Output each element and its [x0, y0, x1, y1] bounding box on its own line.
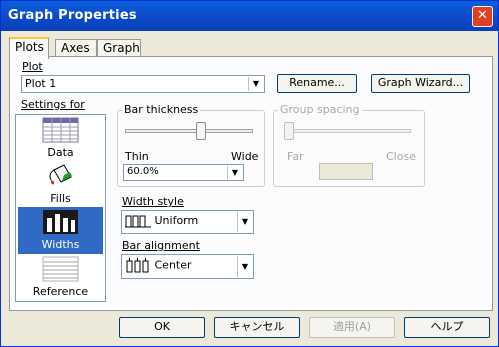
bar-thickness-track	[125, 129, 253, 133]
center-alignment-icon	[126, 258, 149, 273]
group-spacing-title: Group spacing	[278, 103, 362, 116]
settings-for-label: Settings for	[21, 98, 85, 111]
bar-thickness-slider[interactable]	[195, 122, 206, 140]
group-spacing-max-label: Close	[386, 150, 416, 163]
group-spacing-min-label: Far	[287, 150, 304, 163]
group-spacing-track	[287, 129, 411, 133]
graph-properties-dialog: Graph Properties ✕ Plots Axes Graph Plot…	[0, 0, 499, 347]
help-button[interactable]: ヘルプ	[404, 317, 490, 338]
reference-lines-icon	[42, 256, 79, 282]
graph-wizard-button[interactable]: Graph Wizard...	[371, 74, 470, 93]
settings-item-reference[interactable]: Reference	[18, 254, 103, 301]
chevron-down-icon: ▼	[248, 77, 263, 91]
plot-label: Plot	[22, 60, 43, 73]
bar-thickness-min-label: Thin	[125, 150, 149, 163]
group-spacing-slider[interactable]	[284, 122, 294, 140]
tab-plots[interactable]: Plots	[9, 37, 49, 59]
settings-item-fills-label: Fills	[50, 192, 71, 205]
bar-thickness-value-text: 60.0%	[127, 166, 159, 177]
bar-thickness-value[interactable]: 60.0% ▼	[123, 164, 244, 181]
bar-thickness-max-label: Wide	[231, 150, 259, 163]
data-icon	[42, 117, 79, 143]
width-style-value: Uniform	[154, 214, 199, 227]
paint-bucket-icon	[49, 164, 72, 185]
settings-item-data-label: Data	[47, 146, 74, 159]
group-spacing-value[interactable]	[319, 163, 373, 180]
ok-button[interactable]: OK	[119, 317, 205, 338]
bar-alignment-label: Bar alignment	[122, 239, 200, 252]
plot-select-value: Plot 1	[25, 77, 57, 90]
uniform-width-icon	[125, 215, 151, 228]
plot-select[interactable]: Plot 1 ▼	[21, 75, 265, 93]
close-button[interactable]: ✕	[472, 6, 493, 27]
bar-alignment-select[interactable]: Center ▼	[121, 254, 254, 279]
settings-item-fills[interactable]: Fills	[18, 161, 103, 208]
title-bar: Graph Properties ✕	[1, 1, 498, 31]
bar-chart-icon	[43, 210, 78, 234]
apply-button[interactable]: 適用(A)	[309, 317, 395, 338]
chevron-down-icon: ▼	[237, 212, 252, 232]
chevron-down-icon: ▼	[237, 256, 252, 277]
settings-for-list[interactable]: Data Fills Widths Reference	[15, 114, 106, 302]
width-style-label: Width style	[122, 195, 184, 208]
settings-item-widths-label: Widths	[41, 238, 80, 251]
settings-item-widths[interactable]: Widths	[18, 207, 103, 254]
bar-thickness-title: Bar thickness	[122, 103, 201, 116]
cancel-button[interactable]: キャンセル	[214, 317, 300, 338]
window-title: Graph Properties	[8, 8, 137, 23]
chevron-down-icon: ▼	[227, 166, 242, 179]
settings-item-reference-label: Reference	[32, 285, 89, 298]
width-style-select[interactable]: Uniform ▼	[121, 210, 254, 234]
rename-button[interactable]: Rename...	[277, 74, 357, 93]
bar-alignment-value: Center	[154, 258, 192, 272]
settings-item-data[interactable]: Data	[18, 115, 103, 162]
close-icon: ✕	[477, 8, 488, 23]
